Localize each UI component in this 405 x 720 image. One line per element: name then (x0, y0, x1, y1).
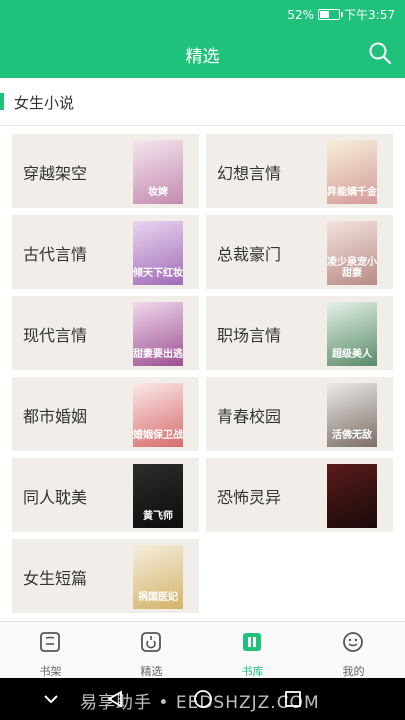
tab-label: 我的 (342, 665, 365, 678)
chevron-down-icon[interactable] (38, 686, 64, 712)
book-cover-title: 活佛无敌 (332, 430, 372, 441)
battery-percent: 52% (287, 7, 315, 22)
book-cover-title: 祸国医妃 (138, 592, 178, 603)
category-card[interactable]: 女生短篇祸国医妃 (12, 539, 199, 613)
book-cover-image: 婚姻保卫战 (133, 383, 183, 447)
profile-icon (343, 632, 363, 652)
book-cover-image: 甜妻要出逃 (133, 302, 183, 366)
category-card[interactable]: 穿越架空妆婢 (12, 134, 199, 208)
tab-bookshelf[interactable]: 书架 (0, 622, 101, 679)
book-cover-title: 黄飞师 (143, 511, 173, 522)
book-cover-image: 超级美人 (327, 302, 377, 366)
status-bar: 52% 下午3:57 (0, 0, 405, 28)
book-cover-image: 妆婢 (133, 140, 183, 204)
library-icon (243, 633, 261, 651)
category-label: 幻想言情 (217, 164, 282, 183)
category-label: 都市婚姻 (23, 407, 88, 426)
section-title: 女生小说 (14, 94, 75, 112)
section-header: 女生小说 (0, 78, 405, 126)
battery-fill (320, 11, 329, 18)
battery-icon (318, 9, 344, 20)
tab-library[interactable]: 书库 (202, 622, 303, 679)
bookshelf-icon (40, 632, 60, 652)
category-card[interactable]: 职场言情超级美人 (206, 296, 393, 370)
book-cover-image: 活佛无敌 (327, 383, 377, 447)
system-nav-bar: 易享助手 • EEDSHZJZ.COM (0, 678, 405, 720)
tab-label: 书架 (39, 665, 62, 678)
featured-icon (141, 632, 161, 652)
book-cover-image: 祸国医妃 (133, 545, 183, 609)
category-card[interactable]: 青春校园活佛无敌 (206, 377, 393, 451)
section-accent-bar (0, 93, 4, 110)
book-cover-title: 超级美人 (332, 349, 372, 360)
search-icon[interactable] (367, 40, 393, 66)
category-label: 总裁豪门 (217, 245, 282, 264)
category-label: 古代言情 (23, 245, 88, 264)
book-cover-title: 甜妻要出逃 (133, 349, 183, 360)
category-label: 现代言情 (23, 326, 88, 345)
tab-featured[interactable]: 精选 (101, 622, 202, 679)
app-header: 精选 (0, 28, 405, 78)
category-card[interactable]: 同人耽美黄飞师 (12, 458, 199, 532)
page-title: 精选 (185, 47, 220, 67)
book-cover-image: 异能嫡千金 (327, 140, 377, 204)
bottom-tab-bar: 书架 精选 书库 我的 (0, 621, 405, 678)
recents-icon[interactable] (280, 686, 306, 712)
category-card[interactable]: 恐怖灵异 (206, 458, 393, 532)
book-cover-title: 凌少泉宠小甜妻 (327, 257, 377, 279)
home-icon[interactable] (190, 686, 216, 712)
category-label: 同人耽美 (23, 488, 88, 507)
book-cover-image (327, 464, 377, 528)
back-icon[interactable] (102, 686, 128, 712)
tab-label: 书库 (241, 665, 264, 678)
category-card[interactable]: 都市婚姻婚姻保卫战 (12, 377, 199, 451)
category-label: 恐怖灵异 (217, 488, 282, 507)
category-card[interactable]: 幻想言情异能嫡千金 (206, 134, 393, 208)
book-cover-title: 异能嫡千金 (327, 187, 377, 198)
book-cover-image: 倾天下红妆 (133, 221, 183, 285)
book-cover-image: 黄飞师 (133, 464, 183, 528)
category-label: 青春校园 (217, 407, 282, 426)
category-card[interactable]: 古代言情倾天下红妆 (12, 215, 199, 289)
status-right: 52% 下午3:57 (287, 6, 395, 23)
category-card[interactable]: 总裁豪门凌少泉宠小甜妻 (206, 215, 393, 289)
clock: 下午3:57 (344, 8, 395, 22)
book-cover-title: 婚姻保卫战 (133, 430, 183, 441)
category-label: 职场言情 (217, 326, 282, 345)
book-cover-title: 妆婢 (148, 187, 168, 198)
category-label: 穿越架空 (23, 164, 88, 183)
book-cover-title: 倾天下红妆 (133, 268, 183, 279)
tab-profile[interactable]: 我的 (303, 622, 404, 679)
category-label: 女生短篇 (23, 569, 88, 588)
category-card[interactable]: 现代言情甜妻要出逃 (12, 296, 199, 370)
tab-label: 精选 (140, 665, 163, 678)
book-cover-image: 凌少泉宠小甜妻 (327, 221, 377, 285)
